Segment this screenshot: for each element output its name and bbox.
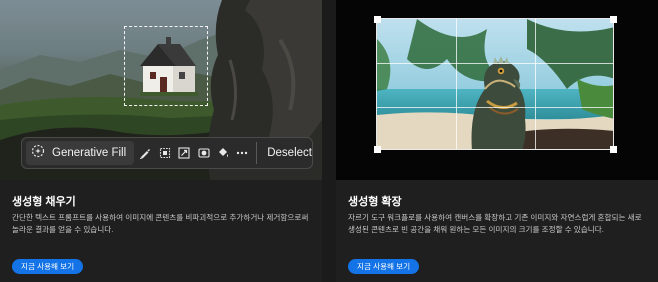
deselect-button[interactable]: Deselect (267, 147, 312, 159)
generative-expand-preview (336, 0, 658, 180)
card-description: 자르기 도구 워크플로를 사용하여 캔버스를 확장하고 기존 이미지와 자연스럽… (348, 213, 642, 234)
generative-fill-button[interactable]: Generative Fill (26, 141, 135, 165)
generative-fill-preview: Generative Fill Deselect (0, 0, 322, 180)
generative-fill-label: Generative Fill (52, 147, 127, 159)
crop-grid-line (535, 19, 536, 149)
iguana-beach-image (377, 19, 613, 149)
crop-grid-line (377, 63, 613, 64)
crop-handle-top-right[interactable] (610, 16, 617, 23)
contextual-taskbar: Generative Fill Deselect (21, 137, 313, 169)
transform-icon[interactable] (157, 142, 173, 164)
selection-marquee[interactable] (124, 26, 208, 106)
more-icon[interactable] (234, 142, 250, 164)
crop-handle-top-left[interactable] (374, 16, 381, 23)
generative-expand-card: 생성형 확장 자르기 도구 워크플로를 사용하여 캔버스를 확장하고 기존 이미… (336, 0, 658, 282)
card-description: 간단한 텍스트 프롬프트를 사용하여 이미지에 콘텐츠를 비파괴적으로 추가하거… (12, 213, 309, 234)
crop-handle-bottom-right[interactable] (610, 146, 617, 153)
generative-fill-card: Generative Fill Deselect 생성형 채우기 간단한 텍스트… (0, 0, 322, 282)
crop-handle-bottom-left[interactable] (374, 146, 381, 153)
try-now-button[interactable]: 지금 사용해 보기 (12, 259, 84, 274)
mask-icon[interactable] (195, 142, 211, 164)
generative-fill-icon (31, 144, 45, 163)
brush-icon[interactable] (137, 142, 153, 164)
crop-grid-line (456, 19, 457, 149)
taskbar-divider (256, 142, 258, 164)
card-title: 생성형 확장 (348, 196, 402, 208)
crop-grid-line (377, 107, 613, 108)
card-title: 생성형 채우기 (12, 196, 76, 208)
crop-canvas[interactable] (376, 18, 614, 150)
select-subject-icon[interactable] (176, 142, 192, 164)
try-now-button[interactable]: 지금 사용해 보기 (348, 259, 420, 274)
fill-icon[interactable] (215, 142, 231, 164)
